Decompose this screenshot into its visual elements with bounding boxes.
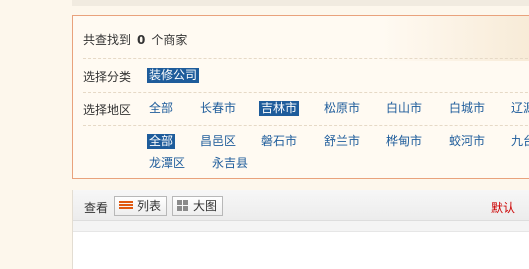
district-option-huadian[interactable]: 桦甸市 [384, 134, 424, 149]
district-option-longtan[interactable]: 龙潭区 [147, 156, 187, 171]
city-option-songyuan[interactable]: 松原市 [322, 101, 362, 116]
category-label: 选择分类 [83, 70, 132, 84]
district-option-jiaohe[interactable]: 蛟河市 [447, 134, 487, 149]
result-count: 0 [137, 33, 146, 47]
district-option-all[interactable]: 全部 [147, 134, 176, 149]
grid-icon [177, 199, 189, 212]
city-option-changchun[interactable]: 长春市 [198, 101, 238, 116]
grid-view-button[interactable]: 大图 [172, 196, 224, 216]
filter-panel: 共查找到 0 个商家 选择分类 装修公司 选择地区 全部 长春市 吉林市 松原市 白… [72, 15, 529, 179]
top-strip [72, 0, 529, 6]
city-option-baicheng[interactable]: 白城市 [447, 101, 487, 116]
results-header-strip [73, 221, 529, 232]
result-suffix: 个商家 [151, 33, 188, 47]
city-option-baishan[interactable]: 白山市 [384, 101, 424, 116]
district-option-yongji[interactable]: 永吉县 [210, 156, 250, 171]
list-icon [119, 201, 133, 210]
region-label: 选择地区 [83, 103, 132, 117]
panel-glow [381, 16, 529, 61]
category-option-decoration-company[interactable]: 装修公司 [147, 68, 200, 83]
view-toolbar: 查看 列表 大图 默认 [72, 190, 529, 269]
city-option-all[interactable]: 全部 [147, 101, 175, 116]
divider [83, 58, 529, 59]
view-label: 查看 [84, 201, 109, 215]
view-toolbar-header: 查看 列表 大图 默认 [73, 190, 529, 221]
district-option-shulan[interactable]: 舒兰市 [322, 134, 362, 149]
district-option-panshi[interactable]: 磐石市 [259, 134, 299, 149]
result-summary: 共查找到 0 个商家 [83, 31, 187, 48]
sort-default-link[interactable]: 默认 [491, 199, 515, 216]
city-option-liaoyuan[interactable]: 辽源 [509, 101, 529, 116]
divider [83, 125, 529, 126]
city-option-jilin[interactable]: 吉林市 [259, 101, 300, 116]
divider [83, 92, 529, 93]
district-option-changyi[interactable]: 昌邑区 [198, 134, 238, 149]
grid-view-label: 大图 [193, 199, 218, 213]
list-view-button[interactable]: 列表 [114, 196, 168, 216]
result-prefix: 共查找到 [83, 33, 132, 47]
district-option-jiutai[interactable]: 九台 [509, 134, 529, 149]
list-view-label: 列表 [137, 199, 162, 213]
